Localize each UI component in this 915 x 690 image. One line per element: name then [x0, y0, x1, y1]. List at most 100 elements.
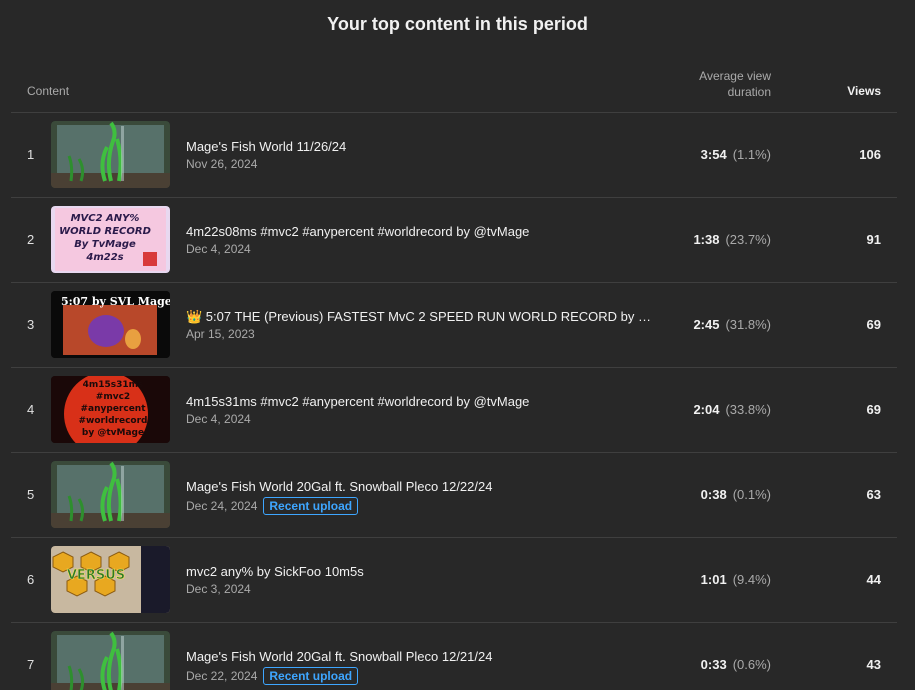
video-title[interactable]: Mage's Fish World 11/26/24 — [186, 139, 666, 154]
rank-number: 2 — [27, 232, 35, 247]
video-meta: Apr 15, 2023 — [186, 327, 255, 341]
video-thumbnail[interactable]: MVC2 ANY% WORLD RECORD By TvMage 4m22s — [51, 206, 170, 273]
publish-date: Dec 4, 2024 — [186, 412, 251, 426]
video-thumbnail[interactable]: 5:07 by SVL Mage — [51, 291, 170, 358]
duration-percent: (23.7%) — [725, 232, 771, 247]
thumbnail-caption: MVC2 ANY% — [71, 213, 140, 224]
views-count: 69 — [866, 317, 881, 332]
duration-percent: (9.4%) — [732, 572, 771, 587]
views-count: 43 — [866, 657, 881, 672]
thumbnail-caption: 4m22s — [85, 252, 123, 263]
video-thumbnail[interactable] — [51, 461, 170, 528]
duration-value: 2:45 — [693, 317, 720, 332]
thumbnail-caption: 5:07 by SVL Mage — [61, 295, 170, 308]
publish-date: Dec 22, 2024 — [186, 669, 258, 683]
publish-date: Dec 3, 2024 — [186, 582, 251, 596]
video-thumbnail[interactable] — [51, 631, 170, 690]
average-view-duration: 0:33 (0.6%) — [701, 657, 771, 672]
duration-percent: (1.1%) — [732, 147, 771, 162]
duration-percent: (0.6%) — [732, 657, 771, 672]
thumbnail-caption: By TvMage — [74, 239, 136, 250]
rank-number: 7 — [27, 657, 35, 672]
video-title[interactable]: Mage's Fish World 20Gal ft. Snowball Ple… — [186, 649, 666, 664]
duration-value: 0:38 — [700, 487, 727, 502]
rank-number: 4 — [27, 402, 35, 417]
game-thumbnail: 5:07 by SVL Mage — [51, 291, 170, 358]
thumbnail-caption: #mvc2 — [96, 392, 130, 402]
video-meta: Nov 26, 2024 — [186, 157, 257, 171]
world-record-thumbnail: 4m15s31ms #mvc2 #anypercent #worldrecord by … — [51, 376, 170, 443]
average-view-duration: 1:38 (23.7%) — [693, 232, 771, 247]
recent-upload-badge: Recent upload — [263, 667, 359, 685]
rank-number: 1 — [27, 147, 35, 162]
thumbnail-caption: VERSUS — [67, 568, 125, 583]
table-row[interactable]: 4 4m15s31ms #mvc2 #anypercent #worldrecord b… — [11, 368, 897, 453]
avd-header-line1: Average view — [699, 69, 771, 83]
table-row[interactable]: 7 Mage's Fish World 20Gal ft. Snowball P… — [11, 623, 897, 690]
crown-icon: 👑 — [186, 309, 203, 324]
rank-number: 6 — [27, 572, 35, 587]
video-title[interactable]: Mage's Fish World 20Gal ft. Snowball Ple… — [186, 479, 666, 494]
duration-value: 1:38 — [693, 232, 720, 247]
duration-percent: (0.1%) — [732, 487, 771, 502]
table-header: Content Average view duration Views — [11, 66, 897, 113]
duration-value: 2:04 — [693, 402, 720, 417]
views-count: 63 — [866, 487, 881, 502]
duration-value: 1:01 — [700, 572, 727, 587]
table-row[interactable]: 1 Mage's Fish World 11/26/24 Nov 26, 202… — [11, 113, 897, 198]
aquarium-thumbnail — [51, 121, 170, 188]
rank-number: 3 — [27, 317, 35, 332]
thumbnail-caption: #anypercent — [80, 404, 146, 414]
views-count: 106 — [859, 147, 881, 162]
average-view-duration: 3:54 (1.1%) — [701, 147, 771, 162]
video-thumbnail[interactable]: VERSUS — [51, 546, 170, 613]
crown-icon: 👑 — [638, 309, 655, 324]
average-view-duration: 1:01 (9.4%) — [701, 572, 771, 587]
video-meta: Dec 4, 2024 — [186, 412, 251, 426]
video-meta: Dec 24, 2024 Recent upload — [186, 497, 359, 515]
video-thumbnail[interactable] — [51, 121, 170, 188]
publish-date: Dec 24, 2024 — [186, 499, 258, 513]
duration-percent: (31.8%) — [725, 317, 771, 332]
video-title[interactable]: 4m22s08ms #mvc2 #anypercent #worldrecord… — [186, 224, 666, 239]
video-meta: Dec 22, 2024 Recent upload — [186, 667, 359, 685]
versus-thumbnail: VERSUS — [51, 546, 170, 613]
publish-date: Apr 15, 2023 — [186, 327, 255, 341]
content-column-header: Content — [27, 84, 70, 98]
publish-date: Nov 26, 2024 — [186, 157, 258, 171]
video-thumbnail[interactable]: 4m15s31ms #mvc2 #anypercent #worldrecord by … — [51, 376, 170, 443]
aquarium-thumbnail — [51, 631, 170, 690]
panel-title: Your top content in this period — [327, 14, 588, 34]
average-view-duration: 0:38 (0.1%) — [701, 487, 771, 502]
video-title[interactable]: mvc2 any% by SickFoo 10m5s — [186, 564, 666, 579]
average-view-duration: 2:45 (31.8%) — [693, 317, 771, 332]
table-row[interactable]: 3 5:07 by SVL Mage 👑 5:07 THE (Previous)… — [11, 283, 897, 368]
video-meta: Dec 4, 2024 — [186, 242, 251, 256]
content-table-body: 1 Mage's Fish World 11/26/24 Nov 26, 202… — [11, 113, 897, 690]
views-column-header[interactable]: Views — [847, 84, 881, 98]
views-count: 44 — [866, 572, 881, 587]
table-row[interactable]: 2 MVC2 ANY% WORLD RECORD By TvMage 4m22s 4m… — [11, 198, 897, 283]
video-title[interactable]: 👑 5:07 THE (Previous) FASTEST MvC 2 SPEE… — [186, 309, 666, 325]
duration-percent: (33.8%) — [725, 402, 771, 417]
thumbnail-caption: by @tvMage — [82, 428, 144, 438]
world-record-thumbnail: MVC2 ANY% WORLD RECORD By TvMage 4m22s — [51, 206, 170, 273]
views-count: 69 — [866, 402, 881, 417]
duration-value: 0:33 — [700, 657, 727, 672]
avd-column-header[interactable]: Average view duration — [661, 68, 771, 100]
table-row[interactable]: 5 Mage's Fish World 20Gal ft. Snowball P… — [11, 453, 897, 538]
thumbnail-caption: WORLD RECORD — [59, 226, 151, 237]
avd-header-line2: duration — [727, 85, 771, 99]
aquarium-thumbnail — [51, 461, 170, 528]
top-content-panel: Your top content in this period Content … — [0, 0, 915, 690]
views-count: 91 — [866, 232, 881, 247]
average-view-duration: 2:04 (33.8%) — [693, 402, 771, 417]
video-meta: Dec 3, 2024 — [186, 582, 251, 596]
rank-number: 5 — [27, 487, 35, 502]
duration-value: 3:54 — [700, 147, 727, 162]
thumbnail-caption: 4m15s31ms — [83, 380, 144, 390]
thumbnail-caption: #worldrecord — [79, 416, 148, 426]
table-row[interactable]: 6 VERSUS mvc2 any% by SickFoo 10m5s Dec … — [11, 538, 897, 623]
recent-upload-badge: Recent upload — [263, 497, 359, 515]
video-title[interactable]: 4m15s31ms #mvc2 #anypercent #worldrecord… — [186, 394, 666, 409]
